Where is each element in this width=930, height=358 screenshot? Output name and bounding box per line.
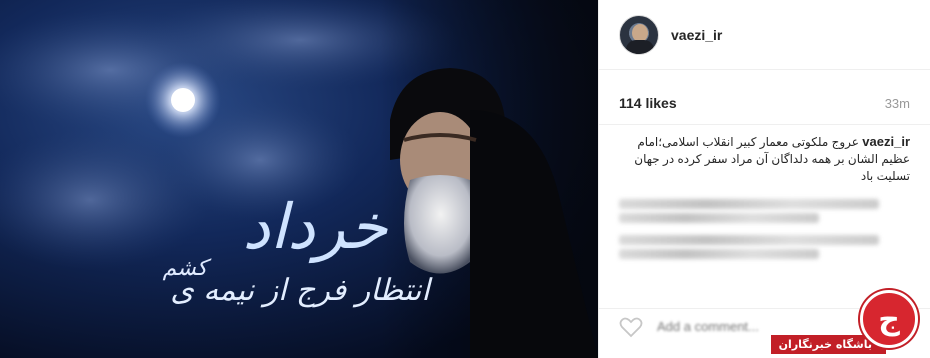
night-sky-artwork: خرداد انتظار فرج از نیمه ی کشم (0, 0, 598, 358)
blurred-comment (619, 213, 819, 223)
blurred-comment (619, 235, 879, 245)
blurred-comment (619, 199, 879, 209)
post-stats: 114 likes 33m (599, 82, 930, 125)
username-link[interactable]: vaezi_ir (671, 27, 722, 43)
likes-count[interactable]: 114 likes (619, 95, 677, 111)
calligraphy-line: انتظار فرج از نیمه ی (170, 273, 433, 308)
post-sidebar: vaezi_ir 114 likes 33m vaezi_ir عروج ملک… (598, 0, 930, 358)
post-image[interactable]: خرداد انتظار فرج از نیمه ی کشم (0, 0, 598, 358)
instagram-post: خرداد انتظار فرج از نیمه ی کشم vaezi_ir … (0, 0, 930, 358)
watermark-logo-icon: ج (860, 290, 918, 348)
post-header: vaezi_ir (599, 0, 930, 70)
caption-username[interactable]: vaezi_ir (862, 134, 910, 149)
avatar[interactable] (619, 14, 659, 55)
calligraphy-end: کشم (163, 256, 212, 281)
heart-icon[interactable] (619, 316, 643, 338)
calligraphy-main: خرداد (243, 190, 389, 264)
post-caption: vaezi_ir عروج ملکوتی معمار کبیر انقلاب ا… (599, 125, 930, 185)
news-watermark: باشگاه خبرنگاران ج (770, 288, 930, 358)
post-time[interactable]: 33m (885, 96, 910, 111)
blurred-comment (619, 249, 819, 259)
